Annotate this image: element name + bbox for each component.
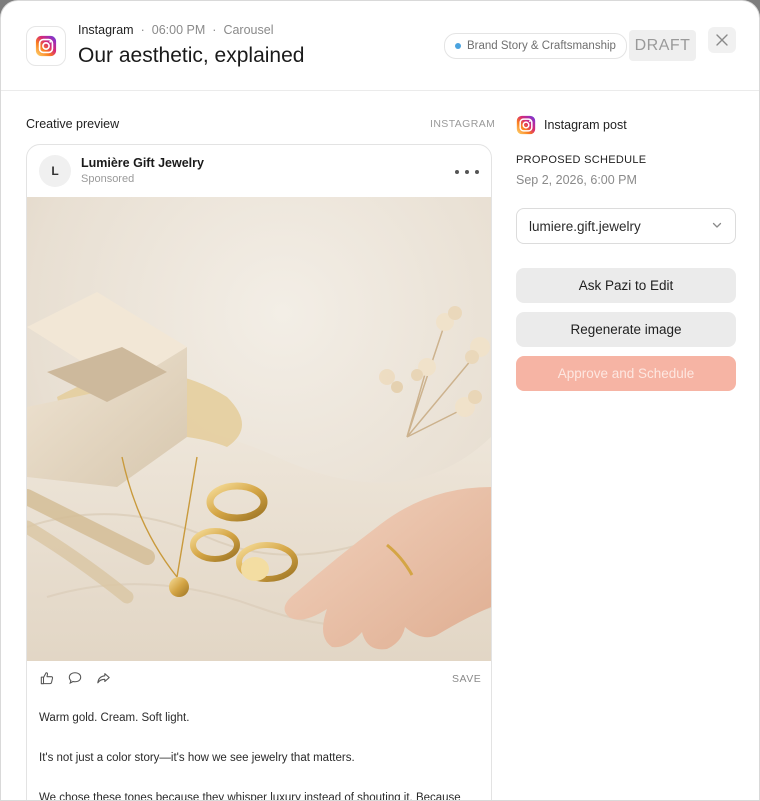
meta-separator: · [212,23,217,37]
creative-preview-label: Creative preview [26,117,120,131]
meta-separator: · [140,23,145,37]
instagram-post-preview: L Lumière Gift Jewelry Sponsored SAVE Wa… [26,144,492,801]
caption-line: We chose these tones because they whispe… [39,792,461,801]
comment-icon[interactable] [67,670,83,686]
instagram-icon [516,115,536,135]
platform-name: Instagram [78,23,134,37]
post-actions [39,670,111,686]
preview-platform-label: INSTAGRAM [430,118,496,130]
tag-label: Brand Story & Craftsmanship [467,40,616,52]
post-image [27,197,491,661]
status-badge: DRAFT [629,30,696,61]
approve-and-schedule-button[interactable]: Approve and Schedule [516,356,736,391]
account-name: Lumière Gift Jewelry [81,156,204,170]
post-type: Instagram post [516,115,627,135]
regenerate-image-button[interactable]: Regenerate image [516,312,736,347]
caption-line: It's not just a color story—it's how we … [39,752,355,764]
post-time: 06:00 PM [151,23,206,37]
close-button[interactable] [708,27,736,53]
like-icon[interactable] [39,670,55,686]
modal-header: Instagram · 06:00 PM · Carousel Our aestheti… [1,1,759,91]
post-type-label: Instagram post [544,118,627,132]
instagram-icon [26,26,66,66]
account-select-value: lumiere.gift.jewelry [529,219,641,234]
content-pillar-tag[interactable]: Brand Story & Craftsmanship [444,33,627,59]
sponsored-label: Sponsored [81,173,135,185]
avatar: L [39,155,71,187]
save-button[interactable]: SAVE [452,673,481,685]
post-caption: Warm gold. Cream. Soft light. It's not j… [39,708,479,801]
chevron-down-icon [712,222,722,228]
share-icon[interactable] [95,670,111,686]
account-select[interactable]: lumiere.gift.jewelry [516,208,736,244]
post-review-modal: Instagram · 06:00 PM · Carousel Our aestheti… [0,0,760,801]
post-meta: Instagram · 06:00 PM · Carousel [78,23,273,37]
schedule-label: PROPOSED SCHEDULE [516,154,647,166]
caption-line: Warm gold. Cream. Soft light. [39,712,190,724]
tag-dot-icon [455,43,461,49]
ask-pazi-to-edit-button[interactable]: Ask Pazi to Edit [516,268,736,303]
close-icon [716,34,728,46]
schedule-value: Sep 2, 2026, 6:00 PM [516,173,637,187]
post-format: Carousel [223,23,274,37]
post-title: Our aesthetic, explained [78,44,305,67]
more-icon[interactable] [455,165,479,179]
